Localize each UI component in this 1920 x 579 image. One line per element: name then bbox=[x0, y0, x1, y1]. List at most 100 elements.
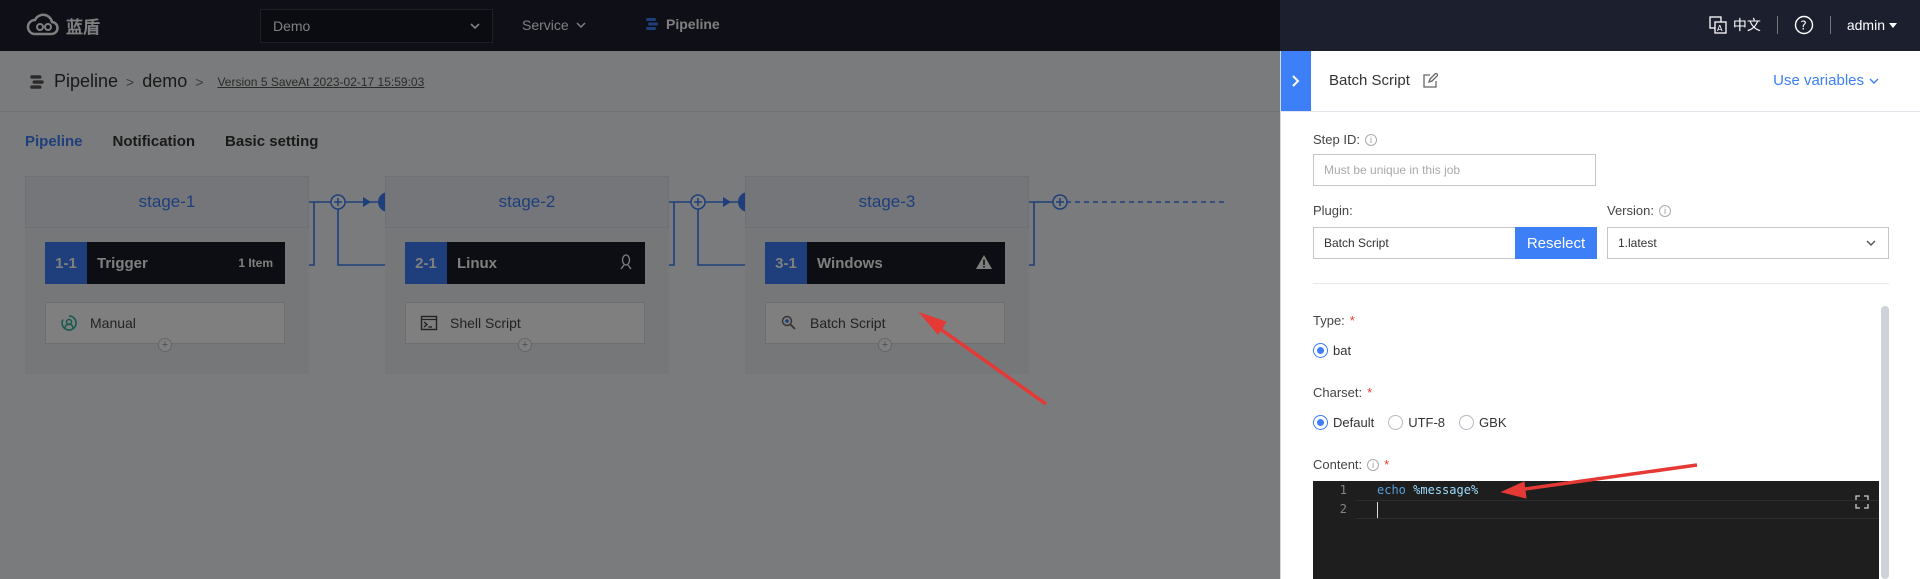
nav-pipeline[interactable]: Pipeline bbox=[644, 16, 720, 32]
plugin-label: Plugin: bbox=[1313, 203, 1353, 218]
charset-label: Charset: * bbox=[1313, 385, 1372, 400]
step-id-placeholder: Must be unique in this job bbox=[1324, 163, 1461, 177]
radio-label: UTF-8 bbox=[1408, 415, 1446, 430]
scrollbar-thumb[interactable] bbox=[1881, 306, 1889, 579]
project-select[interactable]: Demo bbox=[260, 9, 493, 43]
required-mark: * bbox=[1384, 457, 1390, 472]
radio-indicator bbox=[1313, 343, 1328, 358]
version-label-text: Version: bbox=[1607, 203, 1654, 218]
job-header[interactable]: 1-1 Trigger 1 Item bbox=[45, 242, 285, 284]
add-step-button[interactable]: + bbox=[518, 338, 532, 352]
step-label: Shell Script bbox=[450, 315, 521, 331]
radio-bat[interactable]: bat bbox=[1313, 343, 1351, 358]
radio-label: bat bbox=[1333, 343, 1352, 358]
project-select-value: Demo bbox=[273, 18, 311, 34]
panel-title-text: Batch Script bbox=[1329, 72, 1410, 89]
version-value: 1.latest bbox=[1618, 236, 1657, 250]
job-number: 2-1 bbox=[405, 242, 447, 284]
terminal-icon bbox=[420, 315, 438, 331]
scrollbar[interactable] bbox=[1881, 306, 1889, 579]
chevron-down-icon bbox=[1866, 240, 1876, 246]
step-id-label: Step ID: i bbox=[1313, 132, 1377, 147]
required-mark: * bbox=[1349, 313, 1355, 328]
cloud-logo-icon bbox=[26, 13, 59, 36]
user-menu[interactable]: admin bbox=[1847, 17, 1898, 33]
pipeline-editor: Pipeline > demo > Version 5 SaveAt 2023-… bbox=[0, 51, 1280, 579]
job-name: Windows bbox=[817, 254, 883, 272]
type-radio-group: bat bbox=[1313, 343, 1351, 358]
translate-icon: A bbox=[1709, 16, 1727, 34]
edit-icon[interactable] bbox=[1422, 72, 1438, 89]
radio-label: GBK bbox=[1479, 415, 1507, 430]
radio-default[interactable]: Default bbox=[1313, 415, 1374, 430]
radio-gbk[interactable]: GBK bbox=[1459, 415, 1507, 430]
job-header[interactable]: 3-1 Windows bbox=[765, 242, 1005, 284]
trigger-icon bbox=[61, 315, 77, 331]
topbar-right: A 中文 ? admin bbox=[1709, 15, 1898, 35]
warning-icon bbox=[975, 254, 1005, 273]
divider bbox=[1281, 111, 1920, 112]
stage-card-3[interactable]: stage-3 3-1 Windows Batch Script + bbox=[745, 176, 1029, 374]
version-label: Version: i bbox=[1607, 203, 1671, 218]
stage-title[interactable]: stage-1 bbox=[25, 176, 309, 228]
add-step-button[interactable]: + bbox=[158, 338, 172, 352]
stage-title[interactable]: stage-3 bbox=[745, 176, 1029, 228]
type-label-text: Type: bbox=[1313, 313, 1345, 328]
radio-label: Default bbox=[1333, 415, 1375, 430]
panel-title: Batch Script bbox=[1329, 72, 1438, 89]
add-step-button[interactable]: + bbox=[878, 338, 892, 352]
nav-pipeline-label: Pipeline bbox=[666, 16, 720, 32]
version-select[interactable]: 1.latest bbox=[1607, 227, 1889, 259]
content-label: Content: i * bbox=[1313, 457, 1389, 472]
job-name: Trigger bbox=[97, 254, 148, 272]
chevron-down-icon bbox=[470, 23, 480, 30]
code-argument: %message% bbox=[1413, 483, 1479, 497]
chevron-down-icon bbox=[576, 22, 586, 29]
use-variables-label: Use variables bbox=[1773, 72, 1864, 89]
step-label: Manual bbox=[90, 315, 136, 331]
required-mark: * bbox=[1367, 385, 1373, 400]
code-content: echo %message% bbox=[1377, 481, 1478, 519]
svg-text:A: A bbox=[1717, 24, 1723, 33]
chevron-right-icon bbox=[1292, 75, 1300, 87]
help-icon[interactable]: ? bbox=[1794, 15, 1814, 35]
collapse-panel-button[interactable] bbox=[1281, 51, 1311, 111]
charset-label-text: Charset: bbox=[1313, 385, 1363, 400]
stage-card-2[interactable]: stage-2 2-1 Linux Shell Script + bbox=[385, 176, 669, 374]
content-label-text: Content: bbox=[1313, 457, 1363, 472]
code-line: echo %message% bbox=[1377, 481, 1478, 500]
info-icon[interactable]: i bbox=[1658, 204, 1671, 217]
nav-service[interactable]: Service bbox=[522, 17, 587, 33]
code-editor[interactable]: 1 2 echo %message% bbox=[1313, 481, 1879, 579]
logo[interactable]: 蓝盾 bbox=[26, 12, 100, 38]
use-variables-link[interactable]: Use variables bbox=[1773, 72, 1880, 89]
top-navigation-bar: 蓝盾 Demo Service Pipeline A 中文 ? admin bbox=[0, 0, 1920, 51]
radio-indicator bbox=[1313, 415, 1328, 430]
chevron-down-icon bbox=[1869, 78, 1879, 84]
step-label: Batch Script bbox=[810, 315, 886, 331]
info-icon[interactable]: i bbox=[1367, 458, 1380, 471]
reselect-button[interactable]: Reselect bbox=[1515, 227, 1597, 259]
text-caret bbox=[1377, 502, 1378, 518]
step-id-label-text: Step ID: bbox=[1313, 132, 1360, 147]
user-name: admin bbox=[1846, 17, 1885, 33]
stage-title[interactable]: stage-2 bbox=[385, 176, 669, 228]
job-name: Linux bbox=[457, 254, 497, 272]
code-keyword: echo bbox=[1377, 483, 1406, 497]
plugin-input[interactable]: Batch Script bbox=[1313, 227, 1516, 259]
caret-down-icon bbox=[1889, 23, 1897, 28]
stage-card-1[interactable]: stage-1 1-1 Trigger 1 Item Manual + bbox=[25, 176, 309, 374]
info-icon[interactable]: i bbox=[1364, 133, 1377, 146]
nav-service-label: Service bbox=[522, 17, 569, 33]
radio-utf8[interactable]: UTF-8 bbox=[1388, 415, 1445, 430]
job-header[interactable]: 2-1 Linux bbox=[405, 242, 645, 284]
step-id-input[interactable]: Must be unique in this job bbox=[1313, 154, 1596, 186]
line-numbers: 1 2 bbox=[1313, 481, 1355, 579]
line-number: 2 bbox=[1339, 502, 1347, 516]
fullscreen-icon[interactable] bbox=[1855, 495, 1869, 509]
language-switch[interactable]: A 中文 bbox=[1709, 15, 1761, 35]
charset-radio-group: Default UTF-8 GBK bbox=[1313, 415, 1507, 430]
radio-indicator bbox=[1388, 415, 1404, 430]
batch-script-icon bbox=[781, 315, 796, 330]
